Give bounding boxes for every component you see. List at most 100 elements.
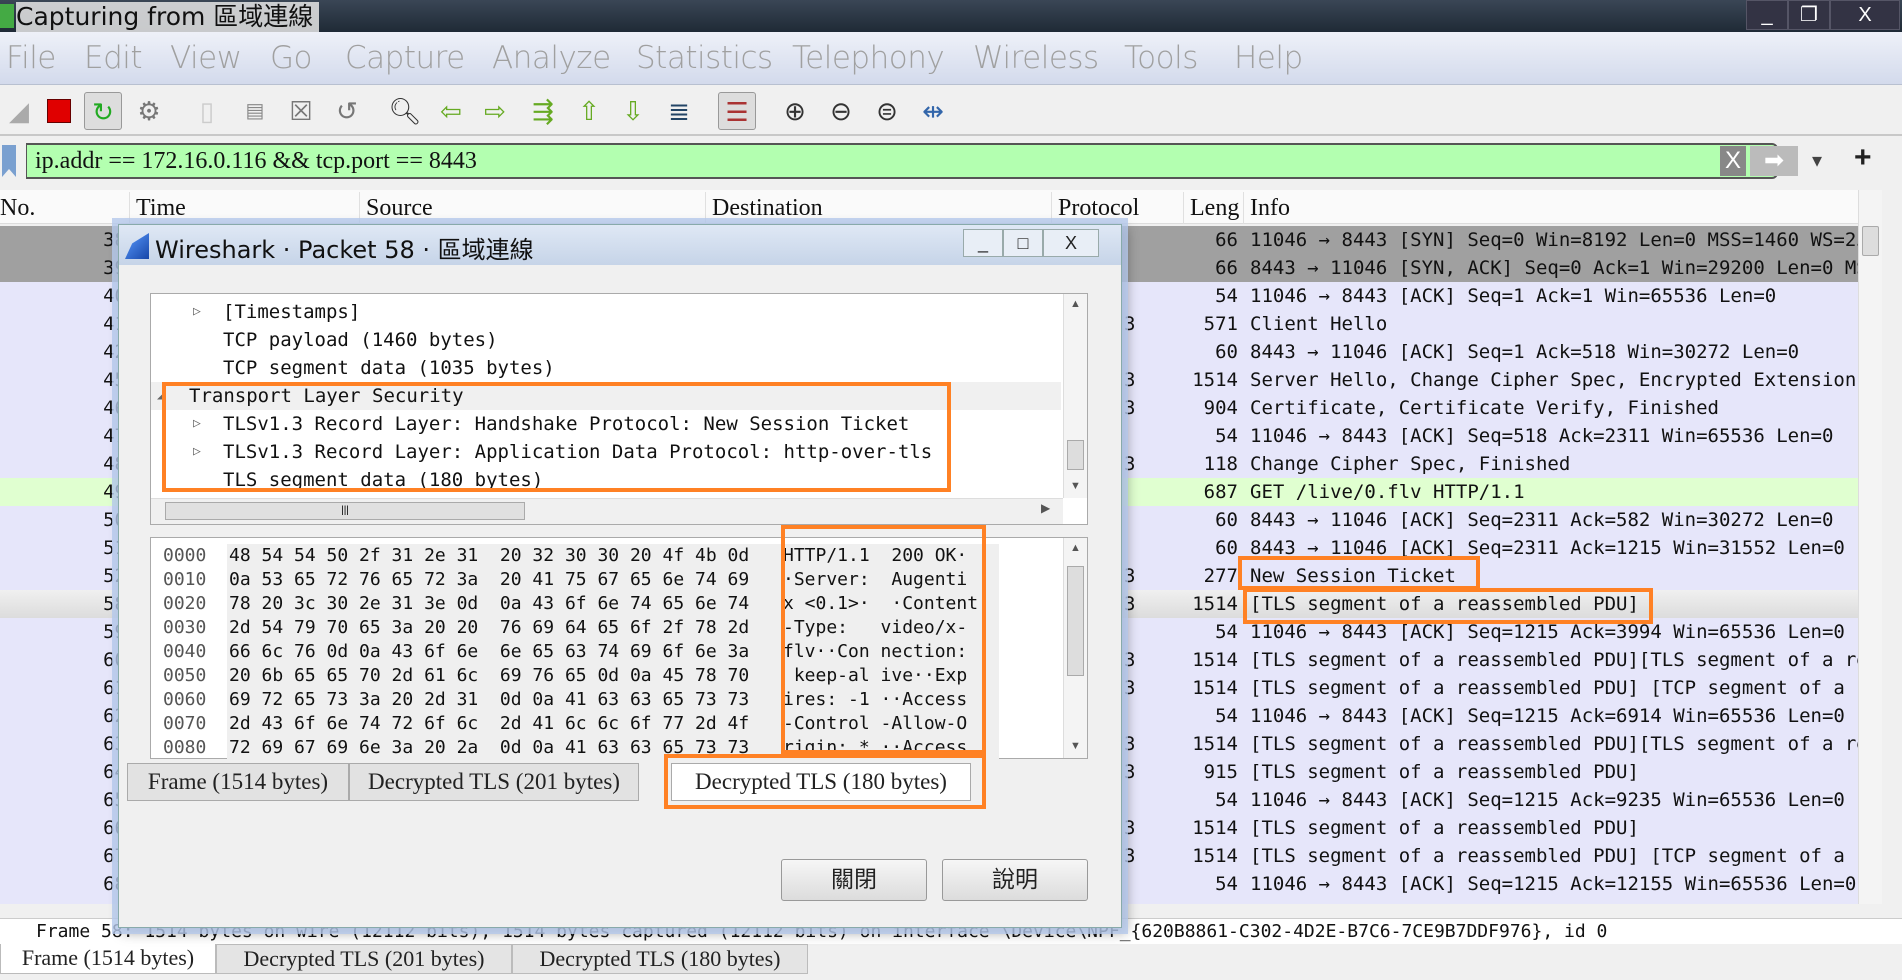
close-window-button[interactable]: X — [1830, 0, 1900, 30]
restore-button[interactable]: ❐ — [1788, 0, 1830, 30]
bytes-vertical-scrollbar[interactable]: ▲ ▼ — [1063, 538, 1087, 758]
menu-tools[interactable]: Tools — [1124, 40, 1198, 76]
menu-help[interactable]: Help — [1234, 40, 1303, 76]
menu-go[interactable]: Go — [270, 40, 313, 76]
menu-capture[interactable]: Capture — [345, 40, 465, 76]
tree-item-label: TCP payload (1460 bytes) — [223, 329, 498, 351]
last-packet-icon[interactable]: ⇩ — [614, 92, 652, 130]
hex-bytes: 72 69 67 69 6e 3a 20 2a 0d 0a 41 63 63 6… — [227, 736, 827, 760]
packet-protocol: 3 — [1124, 845, 1136, 867]
zoom-normal-icon[interactable]: ⊜ — [868, 92, 906, 130]
tree-item[interactable]: ◢ Transport Layer Security — [151, 382, 1061, 410]
minimize-button[interactable]: _ — [1746, 0, 1788, 30]
collapsed-triangle-icon[interactable]: ▷ — [193, 298, 201, 326]
close-file-icon[interactable]: ☒ — [282, 92, 320, 130]
bookmark-icon[interactable] — [2, 145, 16, 177]
packet-length: 60 — [1215, 341, 1238, 363]
bottom-tab-decrypted-201[interactable]: Decrypted TLS (201 bytes) — [216, 944, 512, 974]
menu-file[interactable]: File — [6, 40, 56, 76]
resize-columns-icon[interactable]: ⇹ — [914, 92, 952, 130]
dialog-maximize-button[interactable]: □ — [1003, 229, 1043, 257]
column-length[interactable]: Leng — [1184, 192, 1244, 224]
add-filter-button[interactable]: + — [1854, 141, 1872, 175]
tree-item-label: TLSv1.3 Record Layer: Application Data P… — [223, 441, 933, 463]
zoom-in-icon[interactable]: ⊕ — [776, 92, 814, 130]
tree-item[interactable]: TCP segment data (1035 bytes) — [151, 354, 1061, 382]
packet-list-scrollbar[interactable] — [1858, 190, 1882, 904]
menu-analyze[interactable]: Analyze — [492, 40, 611, 76]
filter-history-dropdown[interactable]: ▾ — [1812, 148, 1822, 173]
menu-telephony[interactable]: Telephony — [792, 40, 945, 76]
help-button[interactable]: 說明 — [942, 859, 1088, 901]
hex-ascii: -Type: video/x- — [781, 616, 999, 640]
column-destination[interactable]: Destination — [706, 192, 1052, 224]
window-title: Capturing from 區域連線 — [16, 2, 320, 32]
column-protocol[interactable]: Protocol — [1052, 192, 1184, 224]
packet-info: 11046 → 8443 [ACK] Seq=518 Ack=2311 Win=… — [1250, 425, 1834, 447]
go-forward-icon[interactable]: ⇨ — [476, 92, 514, 130]
dialog-tab-frame[interactable]: Frame (1514 bytes) — [127, 763, 349, 801]
go-back-icon[interactable]: ⇦ — [432, 92, 470, 130]
menu-edit[interactable]: Edit — [84, 40, 143, 76]
packet-length: 118 — [1203, 453, 1238, 475]
hex-offset: 0010 — [163, 569, 207, 590]
dialog-tab-decrypted-180[interactable]: Decrypted TLS (180 bytes) — [671, 763, 971, 801]
hex-ascii: rigin: * ··Access — [781, 736, 999, 760]
hex-bytes: 48 54 54 50 2f 31 2e 31 20 32 30 30 20 4… — [227, 544, 827, 568]
dialog-minimize-button[interactable]: _ — [963, 229, 1003, 257]
dialog-title-bar: Wireshark · Packet 58 · 區域連線 _ □ X — [119, 225, 1121, 265]
menu-bar: File Edit View Go Capture Analyze Statis… — [0, 32, 1902, 85]
packet-protocol: 3 — [1124, 397, 1136, 419]
menu-wireless[interactable]: Wireless — [973, 40, 1099, 76]
apply-filter-button[interactable]: ➡ — [1750, 146, 1798, 176]
dialog-tab-decrypted-201[interactable]: Decrypted TLS (201 bytes) — [349, 763, 639, 801]
column-info[interactable]: Info — [1244, 192, 1858, 224]
menu-statistics[interactable]: Statistics — [636, 40, 773, 76]
tree-item-label: TCP segment data (1035 bytes) — [223, 357, 555, 379]
find-packet-icon[interactable]: 🔍︎ — [386, 92, 424, 130]
tree-vertical-scrollbar[interactable]: ▲ ▼ — [1063, 294, 1087, 498]
hex-bytes: 69 72 65 73 3a 20 2d 31 0d 0a 41 63 63 6… — [227, 688, 827, 712]
tree-item[interactable]: ▷ TLSv1.3 Record Layer: Application Data … — [151, 438, 1061, 466]
wireshark-app-icon — [0, 4, 14, 28]
packet-info: Change Cipher Spec, Finished — [1250, 453, 1571, 475]
close-button[interactable]: 關閉 — [781, 859, 927, 901]
autoscroll-icon[interactable]: ≣ — [660, 92, 698, 130]
display-filter-input[interactable]: ip.addr == 172.16.0.116 && tcp.port == 8… — [26, 143, 1778, 179]
column-time[interactable]: Time — [130, 192, 360, 224]
open-file-icon[interactable]: ▯ — [188, 92, 226, 130]
tree-item[interactable]: ▷ [Timestamps] — [151, 298, 1061, 326]
tree-item[interactable]: TLS segment data (180 bytes) — [151, 466, 1061, 494]
tree-item[interactable]: TCP payload (1460 bytes) — [151, 326, 1061, 354]
display-filter-bar: ip.addr == 172.16.0.116 && tcp.port == 8… — [0, 141, 1902, 180]
packet-protocol: 3 — [1124, 817, 1136, 839]
reload-file-icon[interactable]: ↺ — [328, 92, 366, 130]
wireshark-fin-icon — [125, 233, 149, 259]
clear-filter-button[interactable]: X — [1720, 146, 1746, 176]
capture-options-icon[interactable]: ⚙ — [130, 92, 168, 130]
packet-length: 54 — [1215, 873, 1238, 895]
zoom-out-icon[interactable]: ⊖ — [822, 92, 860, 130]
collapsed-triangle-icon[interactable]: ▷ — [193, 438, 201, 466]
restart-capture-icon[interactable]: ↻ — [84, 92, 122, 130]
collapsed-triangle-icon[interactable]: ▷ — [193, 410, 201, 438]
first-packet-icon[interactable]: ⇧ — [570, 92, 608, 130]
save-file-icon[interactable]: ▤ — [236, 92, 274, 130]
packet-detail-tree: ▲ ▼ ||| ▶ ▷ [Timestamps] TCP payload (1460… — [150, 293, 1088, 525]
menu-view[interactable]: View — [170, 40, 242, 76]
tree-item[interactable]: ▷ TLSv1.3 Record Layer: Handshake Protoco… — [151, 410, 1061, 438]
go-to-packet-icon[interactable]: ⇶ — [524, 92, 562, 130]
hex-ascii: keep-al ive··Exp — [781, 664, 999, 688]
column-source[interactable]: Source — [360, 192, 706, 224]
bottom-tab-frame[interactable]: Frame (1514 bytes) — [0, 944, 216, 974]
tree-horizontal-scrollbar[interactable]: ||| ▶ — [151, 498, 1063, 524]
column-no[interactable]: No. — [0, 192, 130, 224]
expanded-triangle-icon[interactable]: ◢ — [157, 382, 165, 410]
stop-capture-icon[interactable] — [40, 92, 78, 130]
colorize-icon[interactable]: ☰ — [718, 92, 756, 130]
shark-fin-start-icon[interactable]: ◢ — [0, 92, 38, 130]
bottom-tab-decrypted-180[interactable]: Decrypted TLS (180 bytes) — [512, 944, 808, 974]
packet-length: 54 — [1215, 285, 1238, 307]
dialog-close-x-button[interactable]: X — [1043, 229, 1099, 257]
bottom-byte-tabs: Frame (1514 bytes) Decrypted TLS (201 by… — [0, 944, 1902, 980]
